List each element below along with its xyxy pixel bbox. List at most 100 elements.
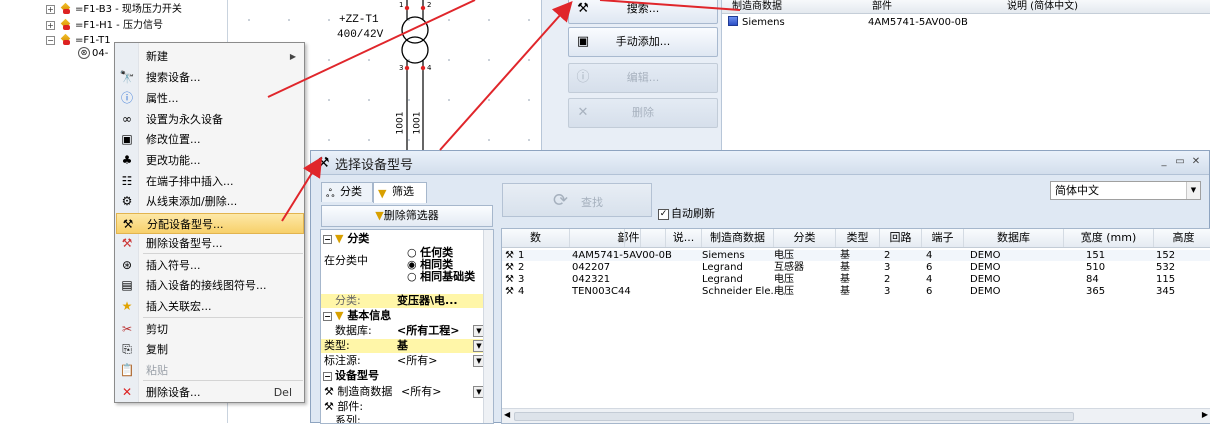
tab-filter[interactable]: ▼ 筛选 <box>373 182 427 203</box>
type-row[interactable]: 类型: 基 ▼ <box>321 339 485 353</box>
context-menu: 新建 ▶ 🔭 搜索设备... ⓘ 属性... ∞ 设置为永久设备 ▣ 修改位置... ♣ 更改功能..… <box>114 42 305 403</box>
radio-base[interactable]: ○ 相同基础类 <box>407 271 475 283</box>
tools-icon: ⚒ <box>505 274 514 285</box>
checkbox-checked-icon[interactable]: ✓ <box>658 208 669 220</box>
cat-device-model[interactable]: − 设备型号 <box>321 369 485 383</box>
grid-header: 制造商数据 部件 说明 (简体中文) <box>722 0 1210 14</box>
tools-icon: ⚒ <box>324 385 334 398</box>
cat-basic[interactable]: − ▼ 基本信息 <box>321 309 485 323</box>
menu-item[interactable]: ⚒ 分配设备型号... <box>116 213 304 234</box>
tools-icon: ⚒ <box>505 286 514 297</box>
manufacturer-row[interactable]: ⚒ 制造商数据 <所有> ▼ <box>321 385 485 399</box>
menu-item[interactable]: ★ 插入关联宏... <box>116 296 304 317</box>
menu-item-label: 剪切 <box>146 323 168 336</box>
funnel-icon: ▼ <box>335 309 344 322</box>
tree-leaf-symbol[interactable]: ⊛ 04- <box>78 47 108 59</box>
tree-item-t1[interactable]: − =F1-T1 <box>46 33 111 47</box>
tree-item-h1[interactable]: + =F1-H1 - 压力信号 <box>46 18 163 32</box>
cat-classify[interactable]: − ▼ 分类 <box>321 232 485 246</box>
menu-item[interactable]: ⎘ 复制 <box>116 339 304 360</box>
scroll-thumb[interactable] <box>514 412 1074 421</box>
menu-item[interactable]: ⓘ 属性... <box>116 88 304 109</box>
menu-item-label: 删除设备型号... <box>146 237 223 250</box>
dialog-title: 选择设备型号 <box>335 158 414 173</box>
expand-icon[interactable]: + <box>46 20 55 30</box>
tools-icon: ⚒ <box>505 250 514 261</box>
property-scrollbar[interactable] <box>483 230 493 423</box>
tree-item-b3[interactable]: + =F1-B3 - 现场压力开关 <box>46 2 182 16</box>
collapse-icon[interactable]: − <box>323 372 332 381</box>
menu-item[interactable]: ⚒ 删除设备型号... <box>116 233 304 254</box>
language-select[interactable]: 简体中文 ▼ <box>1050 181 1201 200</box>
expand-icon[interactable]: + <box>46 4 55 14</box>
tools-icon: ⚒ <box>505 262 514 273</box>
table-row[interactable]: ⚒ 2 042207 Legrand 互感器 基 3 6 DEMO 510 53… <box>502 262 1210 273</box>
close-icon[interactable]: ✕ <box>1189 155 1203 169</box>
table-row[interactable]: ⚒ 4 TEN003C44 Schneider Ele... 电压 基 3 6 … <box>502 286 1210 297</box>
database-row[interactable]: 数据库: <所有工程> ▼ <box>321 324 485 338</box>
menu-item[interactable]: ✂ 剪切 <box>116 319 304 340</box>
collapse-icon[interactable]: − <box>323 235 332 244</box>
symbol-icon: ⊛ <box>78 47 90 59</box>
pin-label: 3 <box>399 64 404 72</box>
table-row[interactable]: ⚒ 1 4AM5741-5AV00-0B Siemens 电压 基 2 4 DE… <box>502 250 1210 261</box>
tools-icon: ⚒ <box>122 217 134 231</box>
menu-item[interactable]: 📋 粘贴 <box>116 360 304 381</box>
menu-item[interactable]: ⊛ 插入符号... <box>116 255 304 276</box>
maximize-icon[interactable]: ▭ <box>1173 155 1187 169</box>
tab-classify[interactable]: ஃ 分类 <box>321 182 373 202</box>
auto-refresh-checkbox[interactable]: ✓ 自动刷新 <box>658 205 715 221</box>
dialog-titlebar[interactable]: ⚒ 选择设备型号 _ ▭ ✕ <box>311 151 1209 175</box>
chevron-down-icon[interactable]: ▼ <box>1186 182 1200 199</box>
find-button[interactable]: ⟳ 查找 <box>502 183 652 217</box>
menu-item[interactable]: ☷ 在端子排中插入... <box>116 171 304 192</box>
menu-item[interactable]: ♣ 更改功能... <box>116 150 304 171</box>
category-radio-group[interactable]: ○ 任何类 ◉ 相同类 ○ 相同基础类 <box>407 247 475 283</box>
device-voltage: 400/42V <box>337 29 384 41</box>
menu-item-label: 更改功能... <box>146 154 201 167</box>
menu-item-label: 分配设备型号... <box>147 218 224 231</box>
terminal-icon: ☷ <box>121 174 133 188</box>
menu-separator <box>143 380 303 381</box>
menu-item[interactable]: ∞ 设置为永久设备 <box>116 109 304 130</box>
menu-item[interactable]: ⚙ 从线束添加/删除... <box>116 191 304 212</box>
menu-item-label: 插入关联宏... <box>146 300 212 313</box>
device-icon <box>60 33 72 46</box>
delete-filter-button[interactable]: ▼删除筛选器 <box>321 205 493 227</box>
menu-item-label: 在端子排中插入... <box>146 175 234 188</box>
star-icon: ★ <box>121 299 133 313</box>
paste-icon: 📋 <box>119 363 135 377</box>
location-icon: ▣ <box>121 132 133 146</box>
part-row[interactable]: ⚒ 部件: <box>321 400 485 414</box>
menu-item-label: 插入设备的接线图符号... <box>146 279 267 292</box>
edit-button[interactable]: ⓘ 编辑... <box>568 63 718 93</box>
menu-item[interactable]: ▣ 修改位置... <box>116 129 304 150</box>
classify-icon: ஃ <box>326 187 335 200</box>
classify-row[interactable]: 分类: 变压器\电... <box>321 294 485 308</box>
menu-item-label: 属性... <box>146 92 179 105</box>
grid-horizontal-scrollbar[interactable]: ◀ ▶ <box>502 408 1210 423</box>
search-button[interactable]: ⚒ 搜索... <box>568 0 718 24</box>
pin-label: 4 <box>427 64 432 72</box>
grid-row[interactable]: Siemens 4AM5741-5AV00-0B <box>722 16 1210 30</box>
binoculars-icon: 🔭 <box>119 70 135 84</box>
wire-label: 1001 <box>412 111 423 135</box>
table-row[interactable]: ⚒ 3 042321 Legrand 电压 基 2 4 DEMO 84 115 <box>502 274 1210 285</box>
tools-icon: ⚒ <box>324 400 334 413</box>
menu-item[interactable]: 🔭 搜索设备... <box>116 67 304 88</box>
collapse-icon[interactable]: − <box>323 312 332 321</box>
collapse-icon[interactable]: − <box>46 35 55 45</box>
menu-item[interactable]: ▤ 插入设备的接线图符号... <box>116 275 304 296</box>
manual-add-button[interactable]: ▣ 手动添加... <box>568 27 718 57</box>
annotation-source-row[interactable]: 标注源: <所有> ▼ <box>321 354 485 368</box>
delete-x-icon: ✕ <box>121 385 133 399</box>
delete-button[interactable]: ✕ 删除 <box>568 98 718 128</box>
menu-item[interactable]: 新建 ▶ <box>116 46 304 67</box>
menu-item[interactable]: ✕ 删除设备... Del <box>116 382 304 403</box>
minimize-icon[interactable]: _ <box>1157 155 1171 169</box>
scroll-right-icon[interactable]: ▶ <box>1202 410 1208 419</box>
scroll-left-icon[interactable]: ◀ <box>504 410 510 419</box>
filter-property-grid[interactable]: − ▼ 分类 在分类中 ○ 任何类 ◉ 相同类 ○ 相同基础类 分类: 变压器\… <box>320 229 494 424</box>
device-model-results-grid[interactable]: 数 部件 ▲ 说... 制造商数据 分类 类型 回路 端子 数据库 宽度 (mm… <box>501 228 1210 424</box>
device-model-list[interactable]: 制造商数据 部件 说明 (简体中文) Siemens 4AM5741-5AV00… <box>721 0 1210 150</box>
